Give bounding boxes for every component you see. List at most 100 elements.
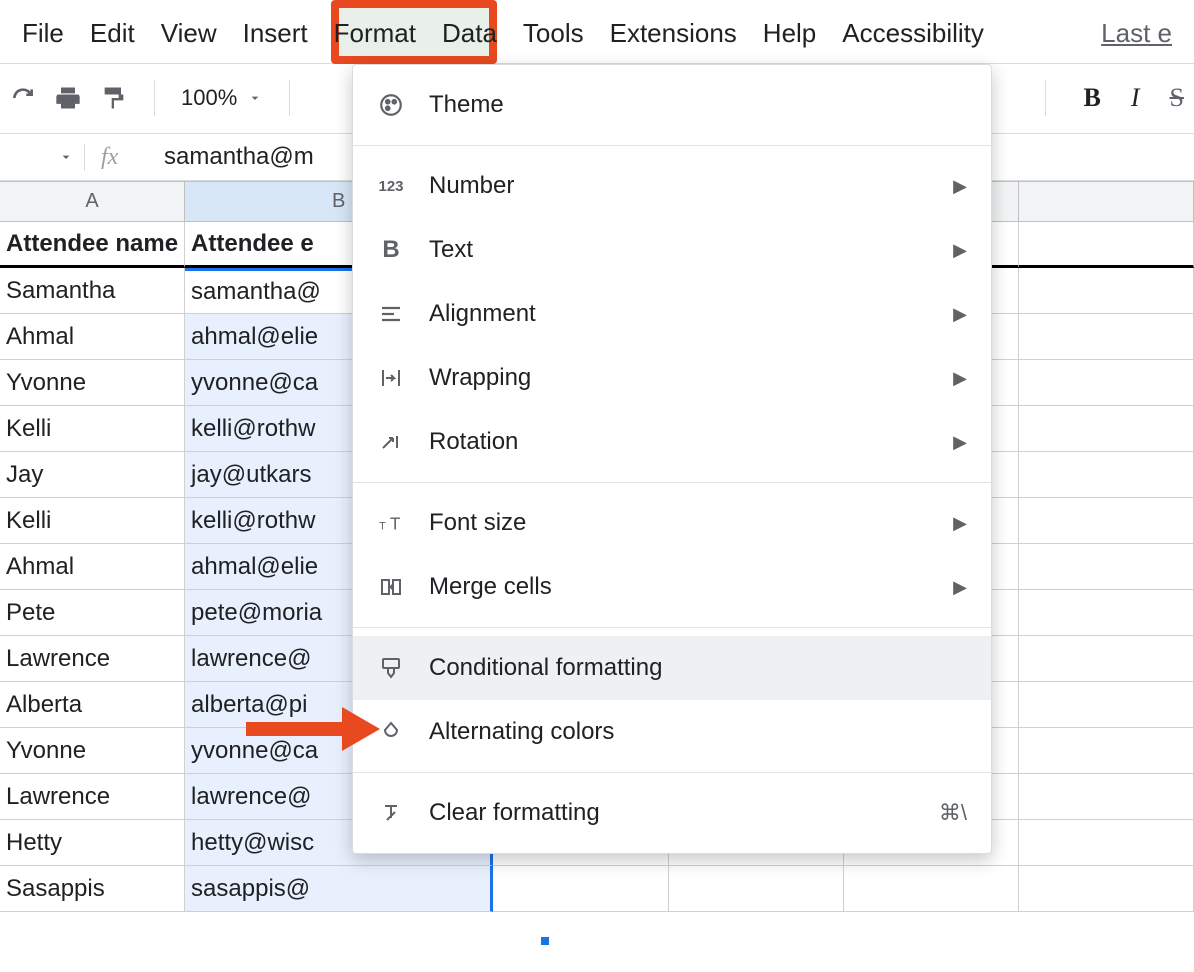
menu-item-label: Clear formatting xyxy=(429,799,915,827)
menu-format[interactable]: Format xyxy=(334,18,416,49)
menu-item-wrapping[interactable]: Wrapping ▶ xyxy=(353,346,991,410)
menubar: File Edit View Insert Format Data Tools … xyxy=(0,0,1194,63)
menu-extensions[interactable]: Extensions xyxy=(610,18,737,49)
merge-cells-icon xyxy=(377,575,405,599)
cell[interactable] xyxy=(493,866,668,912)
rotation-icon xyxy=(377,430,405,454)
menu-item-label: Wrapping xyxy=(429,364,929,392)
cell[interactable]: sasappis@ xyxy=(185,866,493,912)
column-f xyxy=(1019,182,1194,912)
column-a: A Attendee name Samantha Ahmal Yvonne Ke… xyxy=(0,182,185,912)
col-header-f[interactable] xyxy=(1019,182,1194,222)
menu-item-clear-formatting[interactable]: Clear formatting ⌘\ xyxy=(353,781,991,845)
svg-text:T: T xyxy=(390,514,401,534)
menu-item-alternating-colors[interactable]: Alternating colors xyxy=(353,700,991,764)
cell[interactable] xyxy=(1019,360,1194,406)
toolbar-separator xyxy=(289,80,290,116)
format-dropdown-menu: Theme 123 Number ▶ B Text ▶ Alignment ▶ … xyxy=(352,64,992,854)
cell[interactable] xyxy=(1019,590,1194,636)
name-box[interactable] xyxy=(4,149,84,165)
menu-item-label: Alternating colors xyxy=(429,718,967,746)
cell[interactable] xyxy=(1019,682,1194,728)
menu-item-number[interactable]: 123 Number ▶ xyxy=(353,154,991,218)
cell[interactable]: Pete xyxy=(0,590,185,636)
cell[interactable]: Ahmal xyxy=(0,314,185,360)
col-header-a[interactable]: A xyxy=(0,182,185,222)
cell[interactable] xyxy=(1019,636,1194,682)
print-icon[interactable] xyxy=(54,84,82,112)
bold-button[interactable]: B xyxy=(1084,83,1101,113)
redo-icon[interactable] xyxy=(10,85,36,111)
cell[interactable] xyxy=(1019,222,1194,268)
cell[interactable] xyxy=(1019,820,1194,866)
chevron-right-icon: ▶ xyxy=(953,176,967,197)
menu-file[interactable]: File xyxy=(22,18,64,49)
menu-item-label: Theme xyxy=(429,91,967,119)
header-cell-attendee-name[interactable]: Attendee name xyxy=(0,222,185,268)
cell[interactable] xyxy=(669,866,844,912)
cell[interactable] xyxy=(1019,268,1194,314)
cell[interactable]: Jay xyxy=(0,452,185,498)
menu-item-label: Alignment xyxy=(429,300,929,328)
menu-divider xyxy=(353,627,991,628)
annotation-arrow xyxy=(246,707,386,747)
selection-handle[interactable] xyxy=(540,936,550,946)
cell[interactable]: Alberta xyxy=(0,682,185,728)
cell[interactable] xyxy=(1019,866,1194,912)
text-icon: B xyxy=(377,236,405,264)
cell[interactable]: Lawrence xyxy=(0,774,185,820)
cell[interactable]: Yvonne xyxy=(0,728,185,774)
menu-item-conditional-formatting[interactable]: Conditional formatting xyxy=(353,636,991,700)
chevron-right-icon: ▶ xyxy=(953,240,967,261)
cell[interactable]: Ahmal xyxy=(0,544,185,590)
cell[interactable] xyxy=(1019,728,1194,774)
chevron-down-icon xyxy=(58,149,74,165)
last-edit-link[interactable]: Last e xyxy=(1101,18,1172,49)
cell[interactable] xyxy=(1019,452,1194,498)
menu-accessibility[interactable]: Accessibility xyxy=(842,18,984,49)
menu-item-label: Number xyxy=(429,172,929,200)
menu-data[interactable]: Data xyxy=(442,18,497,49)
cell[interactable]: Lawrence xyxy=(0,636,185,682)
strike-button[interactable]: S xyxy=(1170,83,1184,113)
wrapping-icon xyxy=(377,366,405,390)
chevron-right-icon: ▶ xyxy=(953,432,967,453)
menu-item-theme[interactable]: Theme xyxy=(353,73,991,137)
conditional-formatting-icon xyxy=(377,656,405,680)
italic-button[interactable]: I xyxy=(1131,83,1140,113)
menu-item-text[interactable]: B Text ▶ xyxy=(353,218,991,282)
menu-item-rotation[interactable]: Rotation ▶ xyxy=(353,410,991,474)
cell[interactable]: Samantha xyxy=(0,268,185,314)
menu-view[interactable]: View xyxy=(161,18,217,49)
chevron-down-icon xyxy=(247,90,263,106)
menu-item-label: Font size xyxy=(429,509,929,537)
menu-item-label: Conditional formatting xyxy=(429,654,967,682)
number-icon: 123 xyxy=(377,178,405,195)
cell[interactable] xyxy=(1019,314,1194,360)
menu-tools[interactable]: Tools xyxy=(523,18,584,49)
menu-insert[interactable]: Insert xyxy=(243,18,308,49)
menu-item-font-size[interactable]: TT Font size ▶ xyxy=(353,491,991,555)
cell[interactable] xyxy=(1019,498,1194,544)
paint-format-icon[interactable] xyxy=(100,84,128,112)
zoom-value: 100% xyxy=(181,85,237,111)
cell[interactable] xyxy=(1019,406,1194,452)
menu-item-alignment[interactable]: Alignment ▶ xyxy=(353,282,991,346)
svg-text:T: T xyxy=(379,521,386,533)
formula-value[interactable]: samantha@m xyxy=(164,143,314,171)
menu-help[interactable]: Help xyxy=(763,18,816,49)
cell[interactable] xyxy=(844,866,1019,912)
menu-item-label: Merge cells xyxy=(429,573,929,601)
cell[interactable]: Kelli xyxy=(0,406,185,452)
cell[interactable]: Yvonne xyxy=(0,360,185,406)
menu-item-merge-cells[interactable]: Merge cells ▶ xyxy=(353,555,991,619)
menu-divider xyxy=(353,482,991,483)
cell[interactable]: Sasappis xyxy=(0,866,185,912)
zoom-dropdown[interactable]: 100% xyxy=(181,85,263,111)
cell[interactable]: Hetty xyxy=(0,820,185,866)
cell[interactable] xyxy=(1019,544,1194,590)
menu-item-shortcut: ⌘\ xyxy=(939,800,967,826)
cell[interactable] xyxy=(1019,774,1194,820)
cell[interactable]: Kelli xyxy=(0,498,185,544)
menu-edit[interactable]: Edit xyxy=(90,18,135,49)
